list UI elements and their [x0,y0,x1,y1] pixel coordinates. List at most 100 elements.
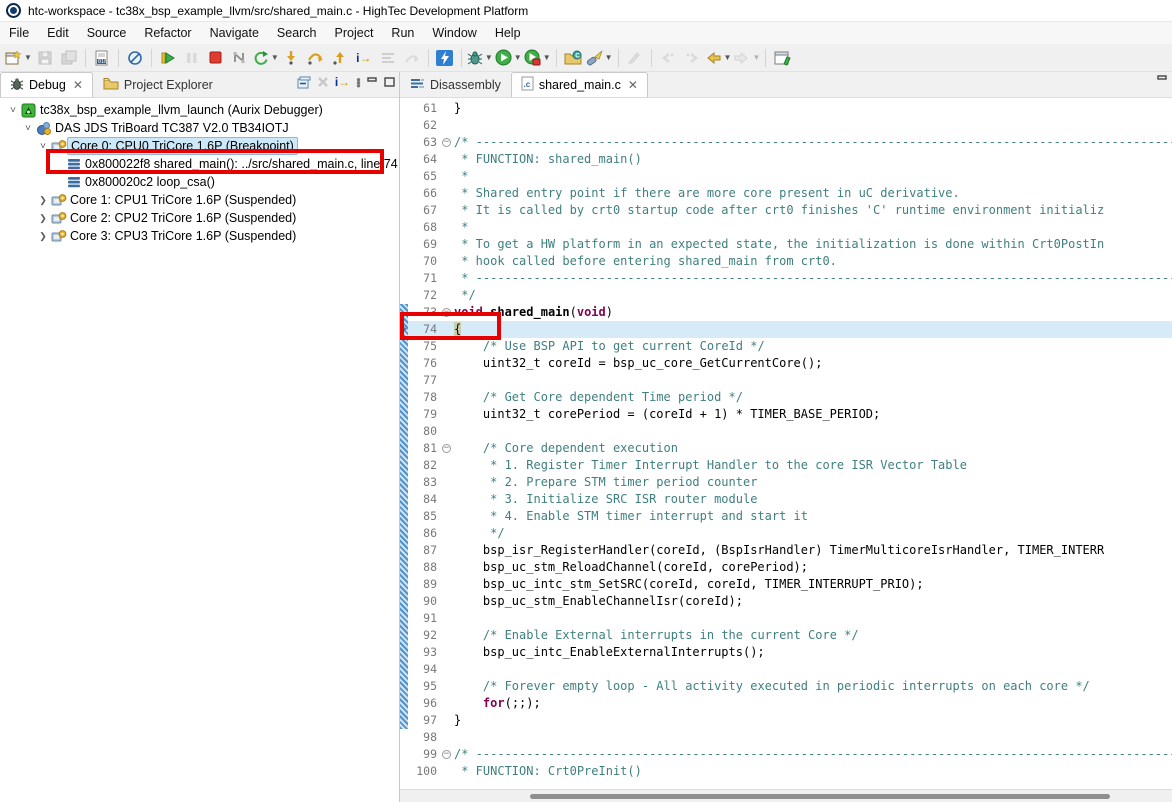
save-button[interactable] [34,47,56,69]
folding-column[interactable] [441,168,454,185]
code-text[interactable]: * hook called before entering shared_mai… [454,253,1172,270]
tree-item[interactable]: ˅Core 0: CPU0 TriCore 1.6P (Breakpoint) [0,137,399,155]
code-text[interactable]: * It is called by crt0 startup code afte… [454,202,1172,219]
folding-column[interactable] [441,593,454,610]
code-line-99[interactable]: 99−/* ----------------------------------… [400,746,1172,763]
search-button[interactable]: ▼ [586,47,613,69]
code-text[interactable]: void shared_main(void) [454,304,1172,321]
minimize-editor-icon[interactable] [1157,75,1168,85]
run-coverage-button[interactable]: ▼ [524,47,551,69]
tree-item[interactable]: ˅ tc38x_bsp_example_llvm_launch (Aurix De… [0,101,399,119]
menu-edit[interactable]: Edit [38,24,78,42]
tree-item-label[interactable]: tc38x_bsp_example_llvm_launch (Aurix Deb… [37,102,326,118]
folding-column[interactable] [441,644,454,661]
folding-column[interactable] [441,219,454,236]
folding-column[interactable] [441,627,454,644]
tree-item-label[interactable]: 0x800022f8 shared_main(): ../src/shared_… [82,156,399,172]
folding-column[interactable] [441,406,454,423]
menu-source[interactable]: Source [78,24,136,42]
folding-column[interactable] [441,236,454,253]
code-text[interactable]: */ [454,287,1172,304]
menu-navigate[interactable]: Navigate [201,24,268,42]
folding-column[interactable] [441,695,454,712]
code-line-97[interactable]: 97} [400,712,1172,729]
skip-all-breakpoints-button[interactable] [124,47,146,69]
menu-help[interactable]: Help [486,24,530,42]
code-line-93[interactable]: 93 bsp_uc_intc_EnableExternalInterrupts(… [400,644,1172,661]
view-tab-project-explorer[interactable]: Project Explorer [93,72,223,97]
code-line-80[interactable]: 80 [400,423,1172,440]
editor-tab-shared-main-c[interactable]: .cshared_main.c✕ [511,72,648,97]
back-button[interactable]: ▼ [705,47,732,69]
code-text[interactable]: * 4. Enable STM timer interrupt and star… [454,508,1172,525]
folding-column[interactable] [441,185,454,202]
tree-item[interactable]: ˅DAS JDS TriBoard TC387 V2.0 TB34IOTJ [0,119,399,137]
code-line-64[interactable]: 64 * FUNCTION: shared_main() [400,151,1172,168]
code-line-73[interactable]: 73−void shared_main(void) [400,304,1172,321]
code-text[interactable]: * [454,168,1172,185]
code-line-90[interactable]: 90 bsp_uc_stm_EnableChannelIsr(coreId); [400,593,1172,610]
folding-column[interactable] [441,100,454,117]
code-line-69[interactable]: 69 * To get a HW platform in an expected… [400,236,1172,253]
folding-column[interactable] [441,508,454,525]
dropdown-caret-icon[interactable]: ▼ [605,53,613,62]
code-text[interactable]: /* Get Core dependent Time period */ [454,389,1172,406]
folding-column[interactable]: − [441,440,454,457]
code-line-98[interactable]: 98 [400,729,1172,746]
code-line-67[interactable]: 67 * It is called by crt0 startup code a… [400,202,1172,219]
folding-column[interactable] [441,423,454,440]
tree-item[interactable]: ❯Core 3: CPU3 TriCore 1.6P (Suspended) [0,227,399,245]
disconnect-button[interactable] [229,47,251,69]
tree-item[interactable]: 0x800020c2 loop_csa() [0,173,399,191]
last-edit-location-button[interactable] [624,47,646,69]
tree-item-label[interactable]: Core 3: CPU3 TriCore 1.6P (Suspended) [67,228,299,244]
code-line-77[interactable]: 77 [400,372,1172,389]
code-text[interactable] [454,423,1172,440]
fold-collapse-icon[interactable]: − [442,308,451,317]
forward-button[interactable]: ▼ [733,47,760,69]
folding-column[interactable] [441,270,454,287]
annotation-ruler[interactable] [400,729,409,746]
code-text[interactable]: /* Enable External interrupts in the cur… [454,627,1172,644]
annotation-ruler[interactable] [400,287,409,304]
code-text[interactable]: */ [454,525,1172,542]
menu-file[interactable]: File [0,24,38,42]
menu-refactor[interactable]: Refactor [135,24,200,42]
code-text[interactable]: bsp_uc_intc_EnableExternalInterrupts(); [454,644,1172,661]
code-text[interactable] [454,729,1172,746]
folding-column[interactable] [441,559,454,576]
folding-column[interactable] [441,389,454,406]
scrollbar-thumb[interactable] [530,794,1110,799]
code-text[interactable]: * 2. Prepare STM timer period counter [454,474,1172,491]
code-line-91[interactable]: 91 [400,610,1172,627]
collapse-all-icon[interactable] [297,76,311,89]
dropdown-caret-icon[interactable]: ▼ [752,53,760,62]
code-line-85[interactable]: 85 * 4. Enable STM timer interrupt and s… [400,508,1172,525]
instruction-stepping-button[interactable]: i→ [353,47,375,69]
code-text[interactable]: /* Use BSP API to get current CoreId */ [454,338,1172,355]
folding-column[interactable]: − [441,304,454,321]
dropdown-caret-icon[interactable]: ▼ [271,53,279,62]
chevron-expanded-icon[interactable]: ˅ [6,105,20,116]
tree-item[interactable]: ❯Core 2: CPU2 TriCore 1.6P (Suspended) [0,209,399,227]
folding-column[interactable] [441,525,454,542]
minimize-view-icon[interactable] [367,77,378,87]
dropdown-caret-icon[interactable]: ▼ [543,53,551,62]
code-text[interactable]: } [454,100,1172,117]
code-line-63[interactable]: 63−/* ----------------------------------… [400,134,1172,151]
code-text[interactable]: { [454,321,1172,338]
folding-column[interactable] [441,338,454,355]
annotation-ruler[interactable] [400,270,409,287]
step-return-button[interactable] [329,47,351,69]
debug-button[interactable]: ▼ [467,47,493,69]
horizontal-scrollbar[interactable] [400,789,1172,802]
code-line-61[interactable]: 61} [400,100,1172,117]
code-line-100[interactable]: 100 * FUNCTION: Crt0PreInit() [400,763,1172,780]
folding-column[interactable] [441,117,454,134]
code-text[interactable]: bsp_uc_stm_EnableChannelIsr(coreId); [454,593,1172,610]
folding-column[interactable] [441,491,454,508]
folding-column[interactable] [441,457,454,474]
code-text[interactable]: * FUNCTION: shared_main() [454,151,1172,168]
folding-column[interactable] [441,678,454,695]
folding-column[interactable] [441,729,454,746]
